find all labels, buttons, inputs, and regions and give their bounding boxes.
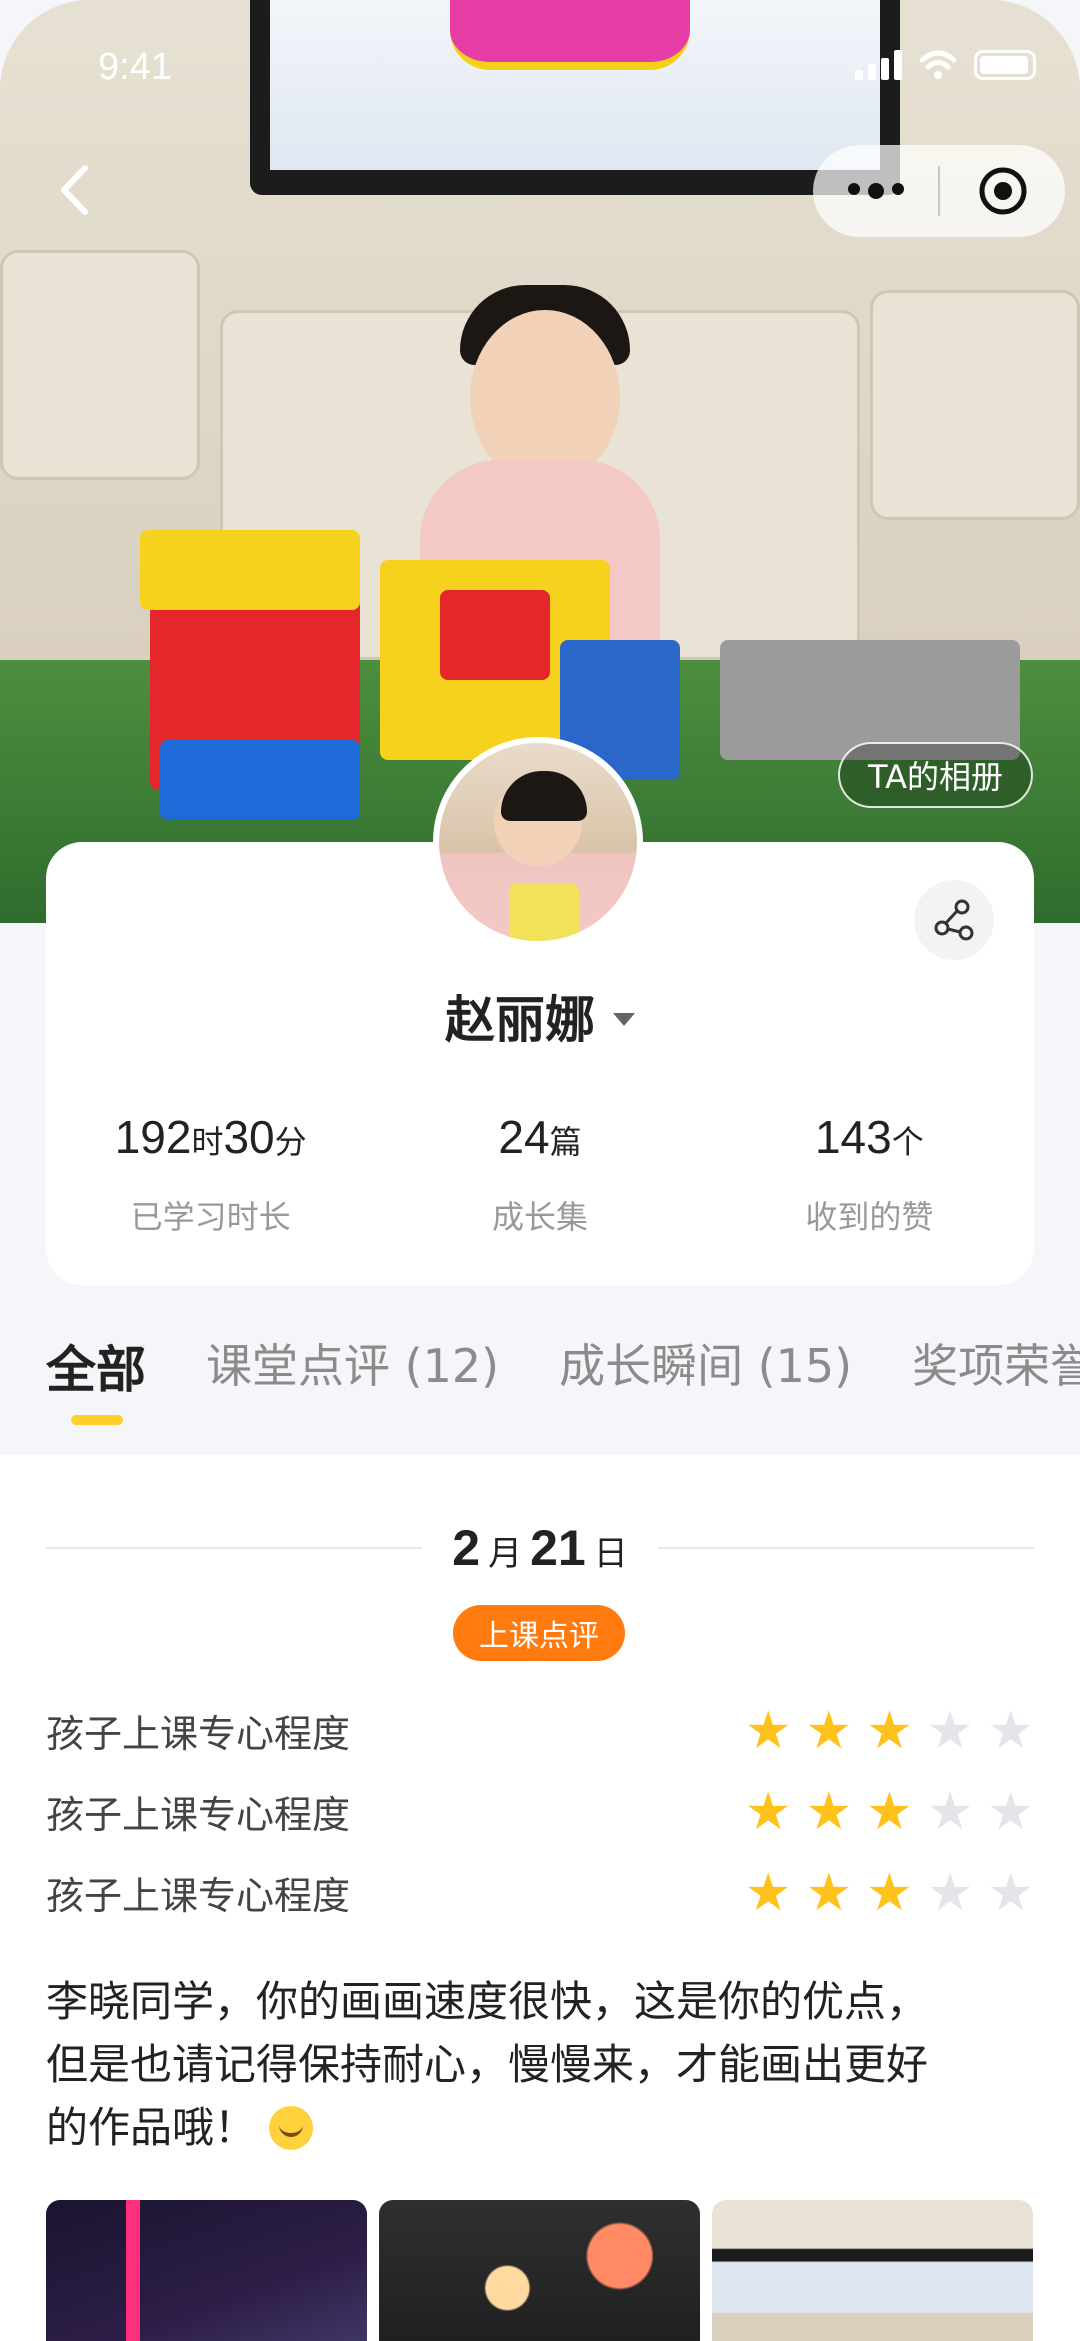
star-empty-icon: ★: [926, 1862, 974, 1923]
star-empty-icon: ★: [926, 1781, 974, 1842]
status-time: 9:41: [98, 46, 172, 88]
teacher-comment: 李晓同学，你的画画速度很快，这是你的优点， 但是也请记得保持耐心，慢慢来，才能画…: [46, 1977, 929, 2152]
status-bar: 9:41: [0, 0, 1080, 140]
photo-grid: [46, 2200, 1034, 2341]
student-name[interactable]: 赵丽娜: [445, 980, 595, 1052]
battery-icon: [974, 50, 1036, 80]
rating-row: 孩子上课专心程度 ★ ★ ★ ★ ★: [46, 1700, 1034, 1761]
star-rating: ★ ★ ★ ★ ★: [745, 1867, 1034, 1919]
rating-row: 孩子上课专心程度 ★ ★ ★ ★ ★: [46, 1781, 1034, 1842]
star-empty-icon: ★: [987, 1781, 1034, 1842]
star-empty-icon: ★: [987, 1700, 1034, 1761]
star-filled-icon: ★: [866, 1781, 913, 1842]
stats-row: 192时30分 已学习时长 24篇 成长集 143个 收到的赞: [46, 1110, 1034, 1238]
star-filled-icon: ★: [805, 1862, 853, 1923]
share-button[interactable]: [914, 880, 994, 960]
smile-emoji-icon: [269, 2106, 314, 2150]
tab-all[interactable]: 全部: [46, 1330, 146, 1410]
star-filled-icon: ★: [866, 1862, 913, 1923]
miniprogram-capsule: [813, 145, 1065, 237]
share-icon: [934, 899, 974, 941]
star-filled-icon: ★: [805, 1781, 853, 1842]
wifi-icon: [919, 50, 957, 79]
stat-likes[interactable]: 143个 收到的赞: [705, 1110, 1034, 1238]
star-filled-icon: ★: [744, 1781, 792, 1842]
photo-thumbnail[interactable]: [46, 2200, 367, 2341]
review-tag: 上课点评: [453, 1605, 625, 1661]
star-filled-icon: ★: [744, 1700, 792, 1761]
stat-growth[interactable]: 24篇 成长集: [375, 1110, 704, 1238]
close-miniprogram-button[interactable]: [940, 165, 1065, 217]
rating-row: 孩子上课专心程度 ★ ★ ★ ★ ★: [46, 1862, 1034, 1923]
dropdown-caret-icon[interactable]: [613, 1012, 635, 1026]
date-divider: 2月 21 日: [46, 1519, 1034, 1577]
stat-study-time[interactable]: 192时30分 已学习时长: [46, 1110, 375, 1238]
star-filled-icon: ★: [744, 1862, 792, 1923]
star-filled-icon: ★: [805, 1700, 853, 1761]
signal-icon: [855, 50, 902, 80]
tab-class-review[interactable]: 课堂点评 (12): [206, 1330, 499, 1410]
star-empty-icon: ★: [926, 1700, 974, 1761]
tab-awards[interactable]: 奖项荣誉(: [912, 1330, 1080, 1410]
stat-label: 收到的赞: [805, 1198, 934, 1236]
star-rating: ★ ★ ★ ★ ★: [745, 1786, 1034, 1838]
more-button[interactable]: [813, 183, 938, 199]
star-rating: ★ ★ ★ ★ ★: [745, 1705, 1034, 1757]
feed-card: 2月 21 日 上课点评 孩子上课专心程度 ★ ★ ★ ★ ★ 孩子上课专心程度 ★ ★ ★ ★…: [0, 1455, 1080, 2341]
back-button[interactable]: [50, 160, 100, 220]
photo-thumbnail[interactable]: [379, 2200, 700, 2341]
album-button[interactable]: TA的相册: [838, 742, 1033, 808]
active-tab-indicator: [71, 1415, 123, 1425]
star-empty-icon: ★: [987, 1862, 1034, 1923]
photo-thumbnail[interactable]: [712, 2200, 1033, 2341]
star-filled-icon: ★: [866, 1700, 913, 1761]
chevron-left-icon: [61, 165, 88, 215]
category-tabs: 全部 课堂点评 (12) 成长瞬间 (15) 奖项荣誉(: [0, 1330, 1080, 1410]
stat-label: 已学习时长: [130, 1198, 291, 1236]
target-icon: [979, 167, 1026, 215]
avatar[interactable]: [433, 737, 643, 947]
stat-label: 成长集: [491, 1198, 588, 1236]
tab-growth-moments[interactable]: 成长瞬间 (15): [559, 1330, 852, 1410]
